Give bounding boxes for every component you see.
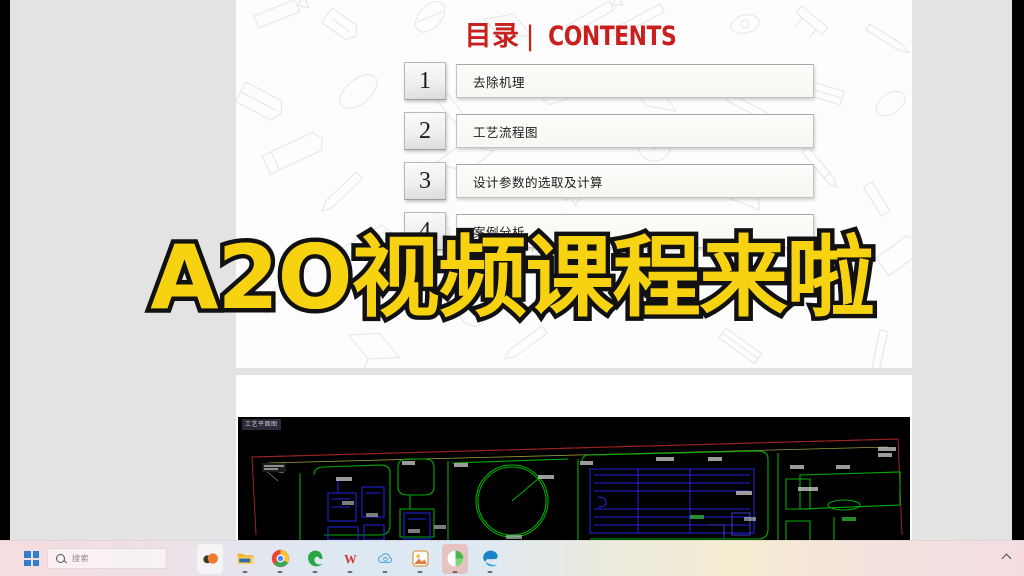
toc-item[interactable]: 3 设计参数的选取及计算 [404,162,814,200]
chrome-icon [271,549,289,568]
screen-capture: 目录 | CONTENTS 1 去除机理 2 工艺流程图 3 设计参数的选取及计算 … [0,0,1024,576]
toc-item[interactable]: 1 去除机理 [404,62,814,100]
toc-number: 1 [404,62,446,100]
toc-item[interactable]: 2 工艺流程图 [404,112,814,150]
search-placeholder: 搜索 [72,554,89,563]
letterbox-bar-right [1012,0,1024,576]
taskbar-edge-legacy-button[interactable] [302,544,328,574]
running-indicator [347,570,353,573]
cad-title-tag: 工艺平面图 [242,419,281,430]
taskbar-wps-office-button[interactable]: W [337,544,363,574]
search-icon [56,554,65,563]
taskbar-microsoft-edge-button[interactable] [477,544,503,574]
running-indicator [277,570,283,573]
widgets-weather-icon [202,553,218,564]
running-indicator [487,570,493,573]
taskbar-tray[interactable] [1001,553,1024,564]
chevron-up-icon[interactable] [1001,553,1012,564]
running-indicator [312,570,318,573]
edge-legacy-icon [307,550,322,567]
cad-drawing-canvas[interactable]: 工艺平面图 [238,417,910,540]
photos-icon [411,550,429,567]
slide-title-divider: | [525,21,536,52]
taskbar-photos-button[interactable] [407,544,433,574]
wps-office-icon: W [344,552,357,566]
toc-label: 设计参数的选取及计算 [456,164,814,198]
app-green-icon [447,550,463,567]
file-explorer-icon [237,553,253,565]
video-caption-text-outline: A2O视频课程来啦 [146,226,879,329]
taskbar-widgets-weather-button[interactable] [197,543,223,574]
search-input[interactable]: 搜索 [47,548,167,569]
running-indicator [417,570,423,573]
toc-label: 去除机理 [456,64,814,98]
slide-title-cn: 目录 [464,21,520,52]
taskbar-left-group: 搜索 [0,548,167,569]
toc-number: 3 [404,162,446,200]
toc-number: 2 [404,112,446,150]
taskbar-chrome-button[interactable] [267,544,293,574]
taskbar-app-green-button[interactable] [442,543,468,574]
powerpoint-slide-cad-drawing[interactable]: 工艺平面图 [236,375,912,540]
taskbar-file-explorer-button[interactable] [232,544,258,574]
running-indicator [382,570,388,573]
slide-title-en: CONTENTS [548,21,677,52]
taskbar-app-group: W [197,543,503,574]
start-button-icon[interactable] [24,551,39,566]
svg-text:W: W [344,552,357,566]
windows-taskbar[interactable]: 搜索 W [0,540,1024,576]
running-indicator [242,570,248,573]
microsoft-edge-icon [482,550,498,567]
taskbar-cloud-sync-button[interactable] [372,544,398,574]
cloud-sync-icon [377,553,392,564]
running-indicator [452,570,458,573]
slide-title: 目录 | CONTENTS [236,14,912,53]
letterbox-bar-left [0,0,10,576]
toc-label: 工艺流程图 [456,114,814,148]
